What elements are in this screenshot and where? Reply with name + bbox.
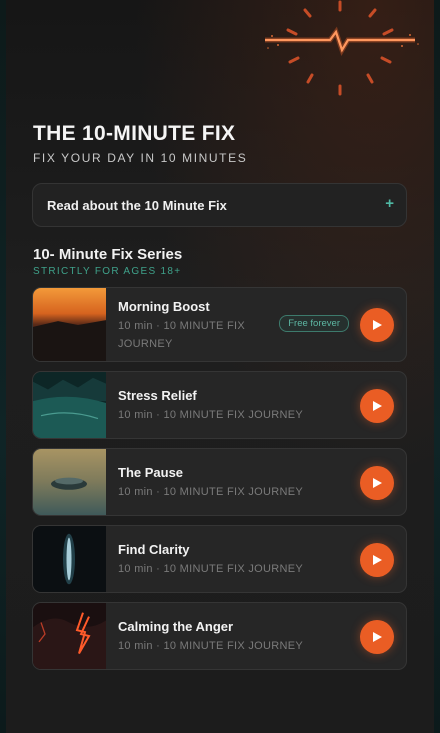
- session-meta-line1: 10 min · 10 MINUTE FIX: [118, 320, 246, 332]
- session-meta-line2: JOURNEY: [118, 338, 173, 350]
- session-title: Stress Relief: [118, 388, 197, 403]
- play-button[interactable]: [360, 543, 394, 577]
- page-title: THE 10-MINUTE FIX: [33, 122, 236, 145]
- session-item-find-clarity[interactable]: Find Clarity 10 min · 10 MINUTE FIX JOUR…: [32, 525, 407, 593]
- session-title: Morning Boost: [118, 299, 210, 314]
- play-button[interactable]: [360, 389, 394, 423]
- session-title: Calming the Anger: [118, 619, 234, 634]
- floating-stone-thumbnail: [33, 449, 106, 515]
- water-thumbnail: [33, 372, 106, 438]
- session-item-the-pause[interactable]: The Pause 10 min · 10 MINUTE FIX JOURNEY: [32, 448, 407, 516]
- right-edge-glow: [434, 0, 440, 733]
- session-title: Find Clarity: [118, 542, 190, 557]
- plus-icon[interactable]: +: [385, 195, 394, 212]
- play-button[interactable]: [360, 466, 394, 500]
- session-meta: 10 min · 10 MINUTE FIX JOURNEY: [118, 563, 304, 575]
- light-beam-thumbnail: [33, 526, 106, 592]
- session-item-morning-boost[interactable]: Morning Boost 10 min · 10 MINUTE FIX JOU…: [32, 287, 407, 362]
- heartbeat-clock-illustration: [265, 0, 419, 96]
- session-meta: 10 min · 10 MINUTE FIX JOURNEY: [118, 409, 304, 421]
- sunrise-thumbnail: [33, 288, 106, 361]
- left-edge-glow: [0, 0, 6, 733]
- session-meta: 10 min · 10 MINUTE FIX JOURNEY: [118, 486, 304, 498]
- page-subtitle: FIX YOUR DAY IN 10 MINUTES: [33, 151, 248, 165]
- play-icon: [373, 401, 382, 411]
- session-meta: 10 min · 10 MINUTE FIX JOURNEY: [118, 317, 245, 353]
- play-icon: [373, 555, 382, 565]
- series-subtitle: STRICTLY FOR AGES 18+: [33, 266, 182, 277]
- play-button[interactable]: [360, 308, 394, 342]
- session-item-calming-the-anger[interactable]: Calming the Anger 10 min · 10 MINUTE FIX…: [32, 602, 407, 670]
- read-about-label: Read about the 10 Minute Fix: [47, 198, 227, 213]
- screen: THE 10-MINUTE FIX FIX YOUR DAY IN 10 MIN…: [0, 0, 440, 733]
- session-title: The Pause: [118, 465, 184, 480]
- storm-thumbnail: [33, 603, 106, 669]
- play-icon: [373, 320, 382, 330]
- play-button[interactable]: [360, 620, 394, 654]
- free-forever-badge: Free forever: [279, 315, 349, 332]
- session-item-stress-relief[interactable]: Stress Relief 10 min · 10 MINUTE FIX JOU…: [32, 371, 407, 439]
- session-meta: 10 min · 10 MINUTE FIX JOURNEY: [118, 640, 304, 652]
- series-title: 10- Minute Fix Series: [33, 246, 183, 263]
- play-icon: [373, 632, 382, 642]
- play-icon: [373, 478, 382, 488]
- read-about-card[interactable]: Read about the 10 Minute Fix +: [32, 183, 407, 227]
